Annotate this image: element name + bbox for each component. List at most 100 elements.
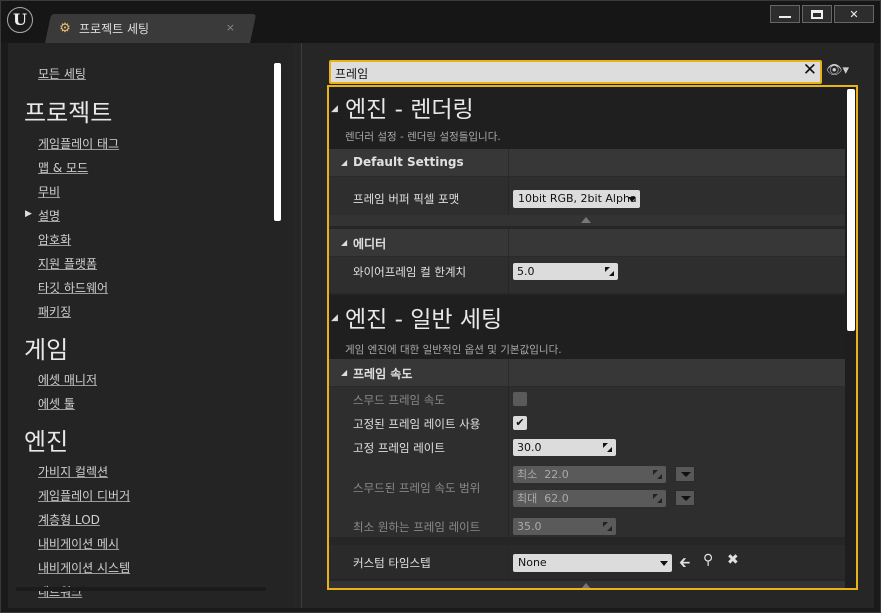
- column-divider: [508, 257, 509, 293]
- sidebar-item-packaging[interactable]: 패키징: [38, 303, 71, 320]
- number-value: 30.0: [517, 441, 542, 454]
- chevron-down-icon: [628, 197, 636, 202]
- custom-timestep-dropdown[interactable]: None: [513, 554, 672, 572]
- settings-gear-icon: ⚙: [59, 20, 71, 36]
- section-engine-rendering: ◢ 엔진 - 렌더링 렌더러 설정 - 렌더링 설정들입니다.: [329, 87, 845, 149]
- drag-handle-icon[interactable]: [605, 267, 614, 276]
- sidebar-scrollbar[interactable]: [274, 63, 281, 221]
- sidebar-item-gameplay-debugger[interactable]: 게임플레이 디버거: [38, 487, 130, 504]
- drag-handle-icon[interactable]: [653, 494, 662, 503]
- checkmark-icon: ✔: [515, 416, 525, 429]
- section-collapse-icon[interactable]: ◢: [331, 104, 338, 114]
- chevron-down-icon: [681, 472, 691, 477]
- sidebar-item-navigation-mesh[interactable]: 내비게이션 메시: [38, 535, 119, 552]
- range-max-label: 최대: [517, 492, 538, 505]
- title-bar[interactable]: U ⚙ 프로젝트 세팅 × ✕: [1, 1, 880, 43]
- tab-close-icon[interactable]: ×: [226, 21, 235, 34]
- search-input[interactable]: 프레임: [335, 65, 368, 82]
- advanced-expander[interactable]: [329, 215, 845, 226]
- sidebar-item-navigation-system[interactable]: 내비게이션 시스템: [38, 559, 130, 576]
- minimize-button[interactable]: [770, 5, 800, 23]
- framerate-range-min-input[interactable]: 최소 22.0: [513, 466, 666, 483]
- setting-label: 고정된 프레임 레이트 사용: [353, 417, 481, 431]
- sidebar-item-gameplay-tags[interactable]: 게임플레이 태그: [38, 135, 119, 152]
- drag-handle-icon[interactable]: [603, 443, 612, 452]
- group-collapse-icon[interactable]: ◢: [341, 158, 347, 167]
- sidebar-item-encryption[interactable]: 암호화: [38, 231, 71, 248]
- group-default-settings[interactable]: ◢ Default Settings: [329, 149, 845, 177]
- group-label: 에디터: [353, 237, 387, 251]
- maximize-icon: [811, 9, 823, 19]
- group-editor[interactable]: ◢ 에디터: [329, 229, 845, 257]
- advanced-expander[interactable]: [329, 581, 845, 588]
- selected-arrow-icon: ▶: [25, 209, 32, 219]
- group-collapse-icon[interactable]: ◢: [341, 368, 347, 377]
- drag-handle-icon[interactable]: [603, 522, 612, 531]
- browse-search-icon[interactable]: ⚲: [703, 552, 713, 568]
- use-fixed-framerate-checkbox[interactable]: ✔: [513, 416, 527, 430]
- column-divider: [508, 387, 509, 537]
- smooth-framerate-checkbox[interactable]: [513, 392, 527, 406]
- setting-row: 프레임 버퍼 픽셀 포맷 10bit RGB, 2bit Alpha: [329, 177, 845, 215]
- sidebar-item-maps-modes[interactable]: 맵 & 모드: [38, 159, 88, 176]
- chevron-up-icon: [581, 217, 591, 223]
- use-selected-arrow-icon[interactable]: 🡰: [679, 552, 690, 576]
- clear-icon[interactable]: ✖: [727, 552, 739, 568]
- dropdown-value: None: [518, 556, 547, 569]
- chevron-up-icon: [581, 583, 591, 588]
- search-box[interactable]: 프레임 ✕: [329, 60, 822, 84]
- sidebar-item-network[interactable]: 네트워크: [38, 583, 82, 600]
- wireframe-cull-threshold-input[interactable]: 5.0: [513, 263, 618, 280]
- drag-handle-icon[interactable]: [653, 470, 662, 479]
- minimize-icon: [779, 16, 791, 18]
- chevron-down-icon: [660, 561, 668, 566]
- chevron-down-icon: [681, 496, 691, 501]
- framerate-range-max-input[interactable]: 최대 62.0: [513, 490, 666, 507]
- setting-row: 와이어프레임 컬 한계치 5.0: [329, 257, 845, 293]
- close-button[interactable]: ✕: [834, 5, 874, 23]
- number-value: 62.0: [544, 492, 569, 505]
- framerate-rows: 스무드 프레임 속도 고정된 프레임 레이트 사용 ✔ 고정 프레임 레이트 3…: [329, 387, 845, 537]
- group-framerate[interactable]: ◢ 프레임 속도: [329, 359, 845, 387]
- section-description: 렌더러 설정 - 렌더링 설정들입니다.: [345, 131, 501, 143]
- sidebar-item-hierarchical-lod[interactable]: 계층형 LOD: [38, 511, 100, 528]
- group-label: Default Settings: [353, 155, 464, 169]
- window-controls: ✕: [768, 5, 874, 23]
- setting-label: 고정 프레임 레이트: [353, 441, 445, 455]
- maximize-button[interactable]: [802, 5, 832, 23]
- sidebar-category-project[interactable]: 프로젝트: [24, 93, 112, 128]
- sidebar-horizontal-scrollbar[interactable]: [16, 587, 266, 591]
- view-options-eye-icon[interactable]: 👁▾: [826, 63, 849, 78]
- column-divider: [508, 149, 509, 177]
- sidebar-item-supported-platforms[interactable]: 지원 플랫폼: [38, 255, 97, 272]
- min-desired-framerate-input[interactable]: 35.0: [513, 518, 616, 535]
- tab-project-settings[interactable]: ⚙ 프로젝트 세팅 ×: [57, 14, 247, 43]
- clear-search-icon[interactable]: ✕: [803, 60, 817, 80]
- setting-label: 와이어프레임 컬 한계치: [353, 265, 467, 279]
- setting-label: 프레임 버퍼 픽셀 포맷: [353, 192, 460, 206]
- group-collapse-icon[interactable]: ◢: [341, 238, 347, 247]
- frame-buffer-format-dropdown[interactable]: 10bit RGB, 2bit Alpha: [513, 190, 640, 208]
- project-settings-window: U ⚙ 프로젝트 세팅 × ✕ 모든 세팅 프로젝트 게임플레이 태그 맵 & …: [0, 0, 881, 613]
- range-min-options-button[interactable]: [675, 466, 695, 482]
- sidebar-all-settings[interactable]: 모든 세팅: [38, 65, 86, 82]
- fixed-framerate-input[interactable]: 30.0: [513, 439, 616, 456]
- setting-label: 스무드 프레임 속도: [353, 393, 445, 407]
- panel-scrollbar[interactable]: [847, 89, 855, 331]
- sidebar-item-movies[interactable]: 무비: [38, 183, 60, 200]
- section-title: 엔진 - 렌더링: [345, 97, 474, 123]
- sidebar-item-asset-tools[interactable]: 에셋 툴: [38, 395, 75, 412]
- setting-label: 최소 원하는 프레임 레이트: [353, 520, 481, 534]
- splitter[interactable]: [301, 43, 302, 608]
- sidebar-category-game[interactable]: 게임: [24, 330, 68, 365]
- sidebar-item-target-hardware[interactable]: 타깃 하드웨어: [38, 279, 108, 296]
- column-divider: [508, 229, 509, 257]
- section-collapse-icon[interactable]: ◢: [331, 313, 338, 323]
- close-icon: ✕: [849, 7, 859, 21]
- sidebar-category-engine[interactable]: 엔진: [24, 422, 68, 457]
- range-max-options-button[interactable]: [675, 490, 695, 506]
- sidebar-item-garbage-collection[interactable]: 가비지 컬렉션: [38, 463, 108, 480]
- sidebar-item-asset-manager[interactable]: 에셋 매니저: [38, 371, 97, 388]
- number-value: 22.0: [544, 468, 569, 481]
- sidebar-item-description[interactable]: 설명: [38, 207, 60, 224]
